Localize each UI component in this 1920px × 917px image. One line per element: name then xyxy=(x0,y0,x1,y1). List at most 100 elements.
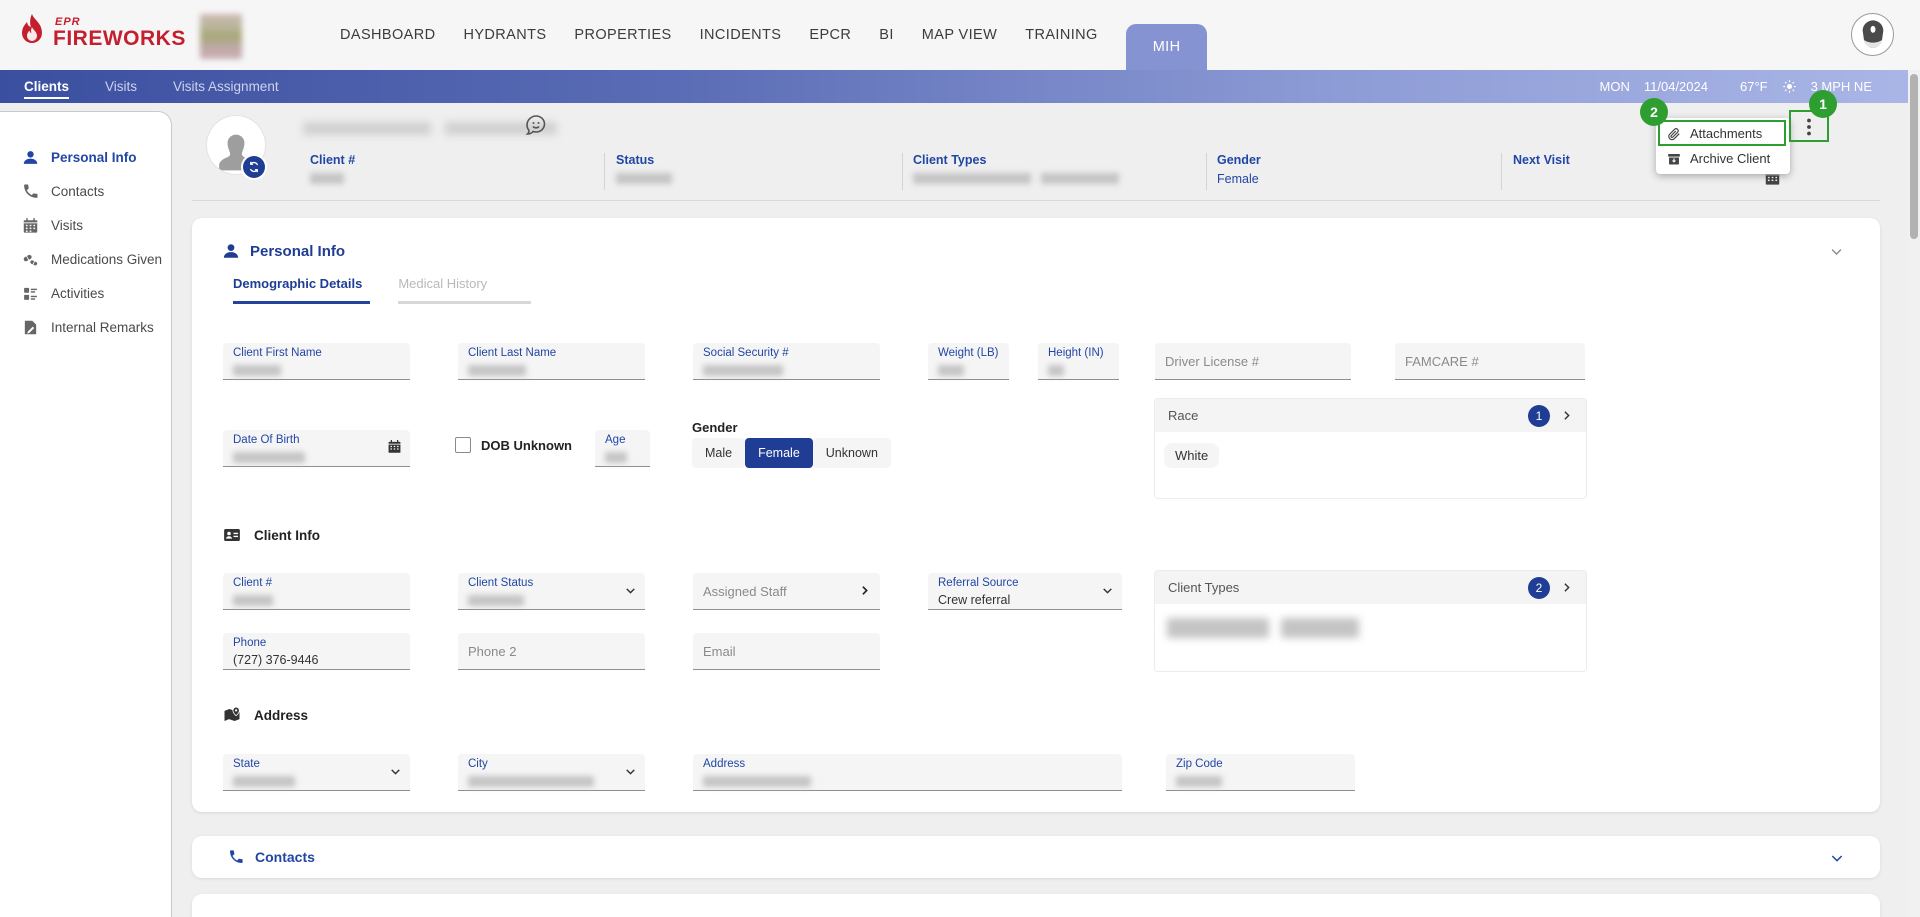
subnav-visits-label: Visits xyxy=(105,79,137,94)
client-first-name-field[interactable]: Client First Name xyxy=(223,343,410,380)
weight-field[interactable]: Weight (LB) xyxy=(928,343,1009,380)
sidebar-label: Personal Info xyxy=(51,150,137,165)
tab-training[interactable]: TRAINING xyxy=(1025,27,1097,43)
client-number-field[interactable]: Client # xyxy=(223,573,410,610)
field-label: City xyxy=(468,758,635,770)
famcare-field[interactable]: FAMCARE # xyxy=(1395,343,1585,380)
dob-unknown-checkbox[interactable] xyxy=(455,437,471,453)
chevron-right-icon[interactable] xyxy=(1560,409,1573,422)
sidebar-item-activities[interactable]: Activities xyxy=(0,276,171,310)
chevron-down-icon[interactable] xyxy=(1101,584,1114,597)
social-security-field[interactable]: Social Security # xyxy=(693,343,880,380)
subnav-item-visits-assignment[interactable]: Visits Assignment xyxy=(173,79,279,94)
field-label: Zip Code xyxy=(1176,758,1345,770)
header-col-gender: Gender Female xyxy=(1217,153,1497,185)
client-types-panel-header[interactable]: Client Types 2 xyxy=(1155,571,1586,604)
chevron-right-icon[interactable] xyxy=(1560,581,1573,594)
flame-logo-icon xyxy=(16,12,48,54)
contacts-title: Contacts xyxy=(255,849,1818,865)
sidebar-item-contacts[interactable]: Contacts xyxy=(0,174,171,208)
state-select[interactable]: State xyxy=(223,754,410,791)
sync-badge[interactable] xyxy=(243,156,265,178)
dob-unknown-label: DOB Unknown xyxy=(481,438,572,453)
redacted-value xyxy=(468,365,526,376)
address-field[interactable]: Address xyxy=(693,754,1122,791)
person-icon xyxy=(222,242,240,260)
annotation-badge-1: 1 xyxy=(1809,90,1837,118)
menu-item-attachments[interactable]: Attachments xyxy=(1656,121,1790,146)
contact-card-icon xyxy=(223,526,241,544)
tab-hydrants[interactable]: HYDRANTS xyxy=(463,27,546,43)
vertical-scrollbar[interactable] xyxy=(1908,70,1920,917)
chevron-right-icon[interactable] xyxy=(858,584,871,597)
race-chip: White xyxy=(1164,443,1219,468)
chevron-down-icon[interactable] xyxy=(389,765,402,778)
chevron-down-icon[interactable] xyxy=(1829,850,1844,865)
tab-bi[interactable]: BI xyxy=(879,27,894,43)
tab-properties[interactable]: PROPERTIES xyxy=(574,27,671,43)
chevron-down-icon[interactable] xyxy=(624,765,637,778)
user-avatar[interactable] xyxy=(1851,13,1894,56)
menu-item-archive-client[interactable]: Archive Client xyxy=(1656,146,1790,171)
gender-option-unknown[interactable]: Unknown xyxy=(813,438,891,468)
contacts-card[interactable]: Contacts xyxy=(192,836,1880,878)
sidebar-label: Activities xyxy=(51,286,104,301)
calendar-icon[interactable] xyxy=(387,439,402,454)
redacted-value xyxy=(616,173,672,184)
sidebar-item-internal-remarks[interactable]: Internal Remarks xyxy=(0,310,171,344)
sidebar-item-medications-given[interactable]: Medications Given xyxy=(0,242,171,276)
field-label: Height (IN) xyxy=(1048,347,1109,359)
race-label: Race xyxy=(1168,408,1518,423)
chevron-down-icon[interactable] xyxy=(1829,244,1844,259)
dob-unknown-checkbox-row[interactable]: DOB Unknown xyxy=(455,437,572,453)
zip-code-field[interactable]: Zip Code xyxy=(1166,754,1355,791)
pills-icon xyxy=(22,251,39,268)
field-label: Client First Name xyxy=(233,347,400,359)
phone2-field[interactable]: Phone 2 xyxy=(458,633,645,670)
person-icon xyxy=(22,149,39,166)
remarks-icon xyxy=(22,319,39,336)
sidebar-item-visits[interactable]: Visits xyxy=(0,208,171,242)
sidebar-item-personal-info[interactable]: Personal Info xyxy=(0,140,171,174)
redacted-chip xyxy=(1281,618,1359,638)
redacted-value xyxy=(605,452,627,463)
field-label: Social Security # xyxy=(703,347,870,359)
height-field[interactable]: Height (IN) xyxy=(1038,343,1119,380)
client-types-label: Client Types xyxy=(1168,580,1518,595)
tab-epcr[interactable]: EPCR xyxy=(809,27,851,43)
tab-demographic-details[interactable]: Demographic Details xyxy=(233,276,370,304)
phone-field[interactable]: Phone (727) 376-9446 xyxy=(223,633,410,670)
gender-option-female[interactable]: Female xyxy=(745,438,813,468)
client-sidebar: Personal Info Contacts Visits Medication… xyxy=(0,111,172,917)
subnav-item-visits[interactable]: Visits xyxy=(105,79,137,94)
race-panel: Race 1 White xyxy=(1154,398,1587,499)
redacted-value xyxy=(233,452,305,463)
tab-map-view[interactable]: MAP VIEW xyxy=(922,27,997,43)
email-field[interactable]: Email xyxy=(693,633,880,670)
annotation-number: 2 xyxy=(1650,104,1658,120)
tab-dashboard[interactable]: DASHBOARD xyxy=(340,27,435,43)
client-last-name-field[interactable]: Client Last Name xyxy=(458,343,645,380)
tab-mih-active[interactable]: MIH xyxy=(1126,24,1208,70)
city-select[interactable]: City xyxy=(458,754,645,791)
tab-medical-history[interactable]: Medical History xyxy=(398,276,531,304)
personal-info-header: Personal Info xyxy=(222,242,345,260)
date-of-birth-field[interactable]: Date Of Birth xyxy=(223,430,410,467)
chevron-down-icon[interactable] xyxy=(624,584,637,597)
client-types-label: Client Types xyxy=(913,153,1193,167)
driver-license-field[interactable]: Driver License # xyxy=(1155,343,1351,380)
gender-value: Female xyxy=(1217,172,1259,186)
client-status-select[interactable]: Client Status xyxy=(458,573,645,610)
waze-navigation-icon[interactable] xyxy=(524,113,548,137)
assigned-staff-field[interactable]: Assigned Staff xyxy=(693,573,880,610)
app-logo[interactable]: EPR FIREWORKS xyxy=(16,12,186,54)
scrollbar-thumb[interactable] xyxy=(1910,74,1918,239)
race-panel-header[interactable]: Race 1 xyxy=(1155,399,1586,432)
kebab-menu-icon[interactable] xyxy=(1797,114,1821,140)
redacted-value xyxy=(1048,365,1064,376)
gender-option-male[interactable]: Male xyxy=(692,438,745,468)
referral-source-select[interactable]: Referral Source Crew referral xyxy=(928,573,1122,610)
age-field[interactable]: Age xyxy=(595,430,650,467)
subnav-item-clients[interactable]: Clients xyxy=(24,79,69,94)
tab-incidents[interactable]: INCIDENTS xyxy=(700,27,782,43)
